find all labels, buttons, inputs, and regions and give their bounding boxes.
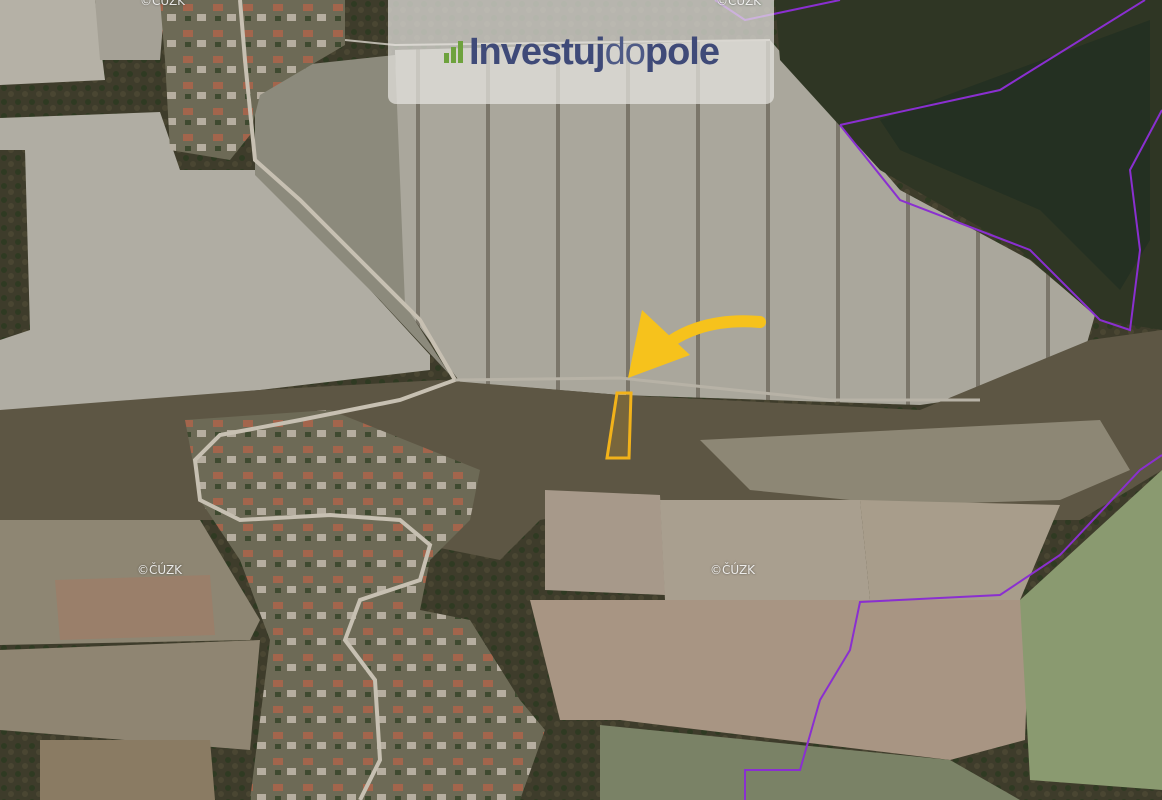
logo-banner: Investujdopole [388, 0, 774, 104]
watermark-right: ©ČÚZK [710, 563, 756, 577]
watermark-left: ©ČÚZK [137, 563, 183, 577]
logo-part-investuj: Investuj [468, 30, 606, 73]
watermark-top-right: ©ČÚZK [716, 0, 762, 8]
map-view[interactable]: Investujdopole ©ČÚZK ©ČÚZK ©ČÚZK ©ČÚZK [0, 0, 1162, 800]
logo-part-pole: pole [644, 30, 720, 73]
watermark-top-left: ©ČÚZK [140, 0, 186, 8]
logo-part-do: do [604, 30, 646, 73]
logo-text: Investujdopole [468, 30, 720, 74]
aerial-imagery [0, 0, 1162, 800]
bar-chart-icon [443, 41, 463, 63]
